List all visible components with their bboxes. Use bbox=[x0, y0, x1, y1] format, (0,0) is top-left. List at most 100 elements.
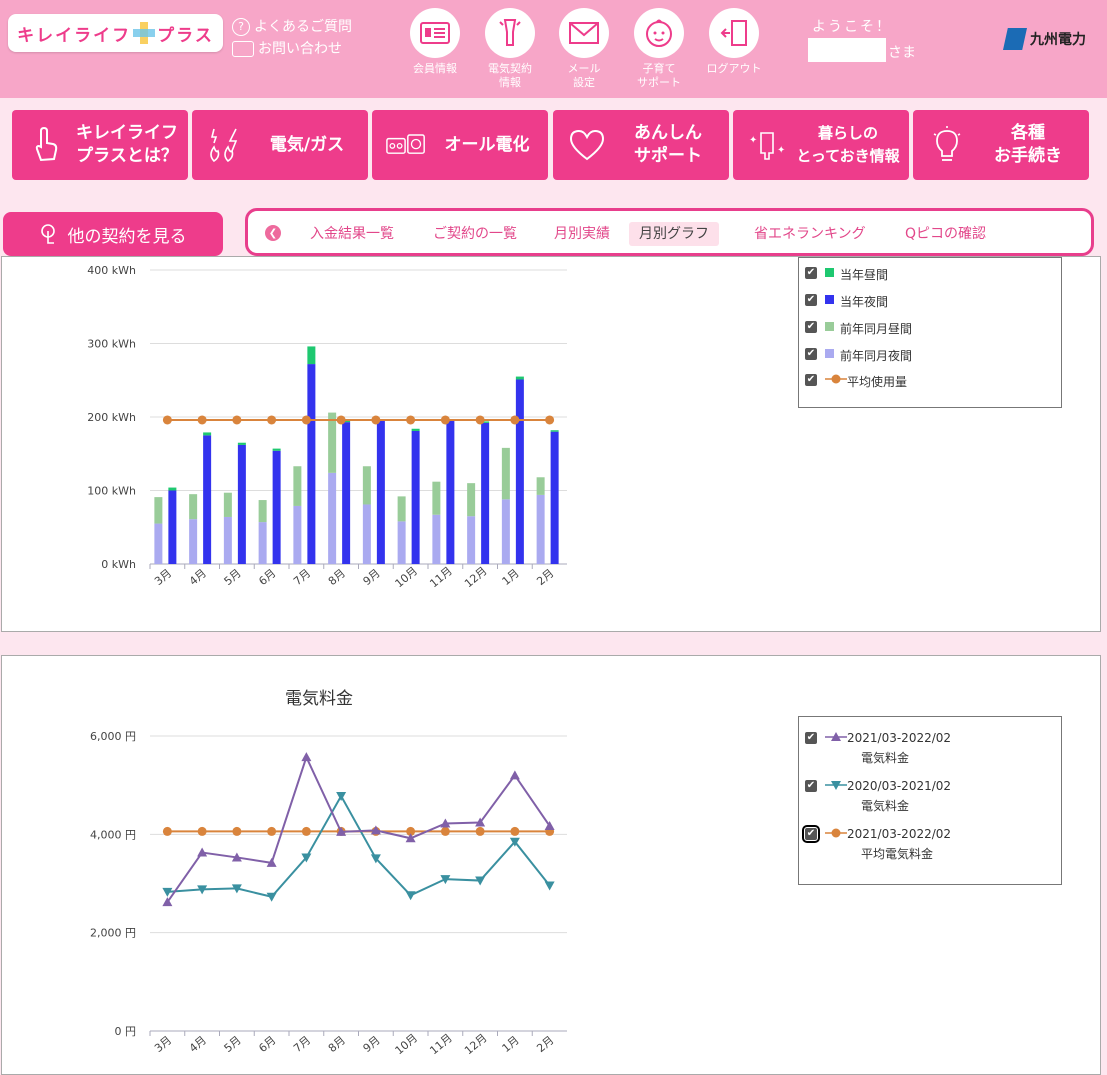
x-tick-label: 9月 bbox=[361, 567, 383, 589]
bar-prev-night bbox=[501, 499, 510, 564]
prev-bill-point bbox=[405, 891, 416, 901]
checkbox-checked-icon[interactable]: ✔ bbox=[805, 374, 817, 386]
chevron-left-icon[interactable]: ❮ bbox=[265, 225, 281, 241]
appliance-icon bbox=[386, 125, 426, 165]
legend-item-bill-prev[interactable]: ✔ 2020/03-2021/02 電気料金 bbox=[805, 779, 951, 814]
legend-item-night-prev[interactable]: ✔ 前年同月夜間 bbox=[805, 347, 912, 364]
menu-electricity-gas-button[interactable]: 電気/ガス bbox=[192, 110, 368, 180]
legend-label: 2021/03-2022/02 bbox=[847, 827, 952, 841]
chart-title: 電気料金 bbox=[285, 689, 353, 709]
legend-item-average[interactable]: ✔ 平均使用量 bbox=[805, 373, 907, 390]
logout-door-icon bbox=[709, 8, 759, 58]
current-bill-line bbox=[166, 754, 551, 903]
checkbox-checked-icon[interactable]: ✔ bbox=[805, 267, 817, 279]
bar-current-day bbox=[168, 487, 177, 491]
other-contracts-label: 他の契約を見る bbox=[67, 226, 187, 247]
circle-marker-icon bbox=[825, 828, 847, 838]
logo-plus-icon bbox=[133, 22, 156, 44]
bar-prev-day bbox=[328, 412, 337, 473]
bar-prev-night bbox=[432, 514, 441, 564]
checkbox-checked-icon[interactable]: ✔ bbox=[805, 321, 817, 333]
finger-point-icon bbox=[26, 125, 66, 165]
x-tick-label: 10月 bbox=[393, 1031, 421, 1057]
question-icon: ? bbox=[232, 18, 250, 36]
x-tick-label: 9月 bbox=[361, 1034, 383, 1056]
legend-item-day-current[interactable]: ✔ 当年昼間 bbox=[805, 266, 888, 283]
tab-monthly-results[interactable]: 月別実績 bbox=[544, 222, 620, 246]
x-tick-label: 7月 bbox=[291, 567, 313, 589]
x-tick-label: 8月 bbox=[326, 1034, 348, 1056]
bar-prev-night bbox=[328, 472, 337, 564]
legend-item-night-current[interactable]: ✔ 当年夜間 bbox=[805, 293, 888, 310]
average-point bbox=[232, 415, 242, 425]
user-name-box bbox=[808, 38, 886, 62]
logout-button[interactable]: ログアウト bbox=[696, 8, 772, 76]
average-point bbox=[162, 415, 172, 425]
current-bill-point bbox=[509, 770, 520, 780]
legend-item-bill-current[interactable]: ✔ 2021/03-2022/02 電気料金 bbox=[805, 731, 951, 766]
checkbox-checked-icon[interactable]: ✔ bbox=[805, 780, 817, 792]
tab-payment-results[interactable]: 入金結果一覧 bbox=[300, 222, 404, 246]
bar-prev-day bbox=[536, 477, 545, 495]
bar-current-day bbox=[272, 448, 281, 451]
x-tick-label: 12月 bbox=[462, 1031, 490, 1057]
site-logo[interactable]: キレイライフ プラス bbox=[8, 14, 223, 52]
member-info-button[interactable]: 会員情報 bbox=[397, 8, 473, 76]
tab-energy-ranking[interactable]: 省エネランキング bbox=[744, 222, 876, 246]
tab-qpico-check[interactable]: Qピコの確認 bbox=[895, 222, 996, 246]
bar-current-night bbox=[203, 435, 212, 564]
average-bill-point bbox=[197, 826, 207, 836]
tab-contract-list[interactable]: ご契約の一覧 bbox=[423, 222, 527, 246]
legend-swatch bbox=[825, 295, 834, 304]
usage-bar-chart: 0 kWh 100 kWh 200 kWh 300 kWh 400 kWh 3月 4月 5月 6… bbox=[87, 264, 567, 590]
bar-current-day bbox=[411, 428, 420, 431]
average-point bbox=[301, 415, 311, 425]
menu-support-button[interactable]: あんしん サポート bbox=[553, 110, 729, 180]
bar-current-day bbox=[515, 376, 524, 380]
bill-legend: ✔ 2021/03-2022/02 電気料金 ✔ 2020/03-2021/02 電… bbox=[798, 716, 1062, 885]
checkbox-checked-icon[interactable]: ✔ bbox=[805, 348, 817, 360]
average-bill-point bbox=[475, 826, 485, 836]
menu-about-button[interactable]: キレイライフ プラスとは？ bbox=[12, 110, 188, 180]
bar-current-night bbox=[168, 490, 177, 564]
checkbox-checked-icon[interactable]: ✔ bbox=[802, 825, 820, 843]
company-logo[interactable]: 九州電力 bbox=[1003, 28, 1086, 50]
bar-current-night bbox=[342, 422, 351, 564]
x-tick-label: 8月 bbox=[326, 567, 348, 589]
other-contracts-button[interactable]: 他の契約を見る bbox=[3, 212, 223, 256]
menu-all-electric-button[interactable]: オール電化 bbox=[372, 110, 548, 180]
legend-item-bill-average[interactable]: ✔ 2021/03-2022/02 平均電気料金 bbox=[802, 825, 952, 862]
logo-text-left: キレイライフ bbox=[17, 25, 132, 46]
average-bill-point bbox=[301, 826, 311, 836]
bar-current-night bbox=[550, 431, 559, 564]
legend-item-day-prev[interactable]: ✔ 前年同月昼間 bbox=[805, 320, 912, 337]
childcare-support-button[interactable]: 子育て サポート bbox=[621, 8, 697, 90]
y-tick-label: 6,000 円 bbox=[90, 730, 136, 743]
tab-monthly-graph[interactable]: 月別グラフ bbox=[629, 222, 719, 246]
checkbox-checked-icon[interactable]: ✔ bbox=[805, 732, 817, 744]
average-point bbox=[545, 415, 555, 425]
kyuden-mark-icon bbox=[1003, 28, 1027, 50]
mail-settings-button[interactable]: メール 設定 bbox=[546, 8, 622, 90]
x-tick-label: 4月 bbox=[187, 567, 209, 589]
legend-label: 2021/03-2022/02 bbox=[847, 731, 952, 745]
pointer-hand-icon bbox=[40, 224, 55, 244]
x-tick-label: 7月 bbox=[291, 1034, 313, 1056]
bar-prev-day bbox=[293, 466, 302, 506]
average-bill-point bbox=[267, 826, 277, 836]
contract-info-button[interactable]: 電気契約 情報 bbox=[472, 8, 548, 90]
menu-procedures-label: 各種 お手続き bbox=[994, 123, 1062, 166]
bill-line-chart: 電気料金 0 円 2,000 円 4,000 円 6,000 円 3月 4月 5月 6月 7月 8月… bbox=[90, 689, 567, 1057]
checkbox-checked-icon[interactable]: ✔ bbox=[805, 294, 817, 306]
menu-procedures-button[interactable]: 各種 お手続き bbox=[913, 110, 1089, 180]
logout-label: ログアウト bbox=[706, 62, 762, 75]
average-bill-point bbox=[440, 826, 450, 836]
menu-lifestyle-info-label: 暮らしの とっておき情報 bbox=[796, 124, 900, 165]
menu-support-label: あんしん サポート bbox=[634, 123, 702, 166]
faq-link[interactable]: ? よくあるご質問 bbox=[232, 16, 352, 38]
legend-sublabel: 平均電気料金 bbox=[861, 847, 934, 861]
menu-lifestyle-info-button[interactable]: ✦ ✦ 暮らしの とっておき情報 bbox=[733, 110, 909, 180]
contact-link[interactable]: お問い合わせ bbox=[232, 38, 352, 60]
average-point bbox=[510, 415, 520, 425]
menu-about-label: キレイライフ プラスとは？ bbox=[76, 123, 178, 166]
